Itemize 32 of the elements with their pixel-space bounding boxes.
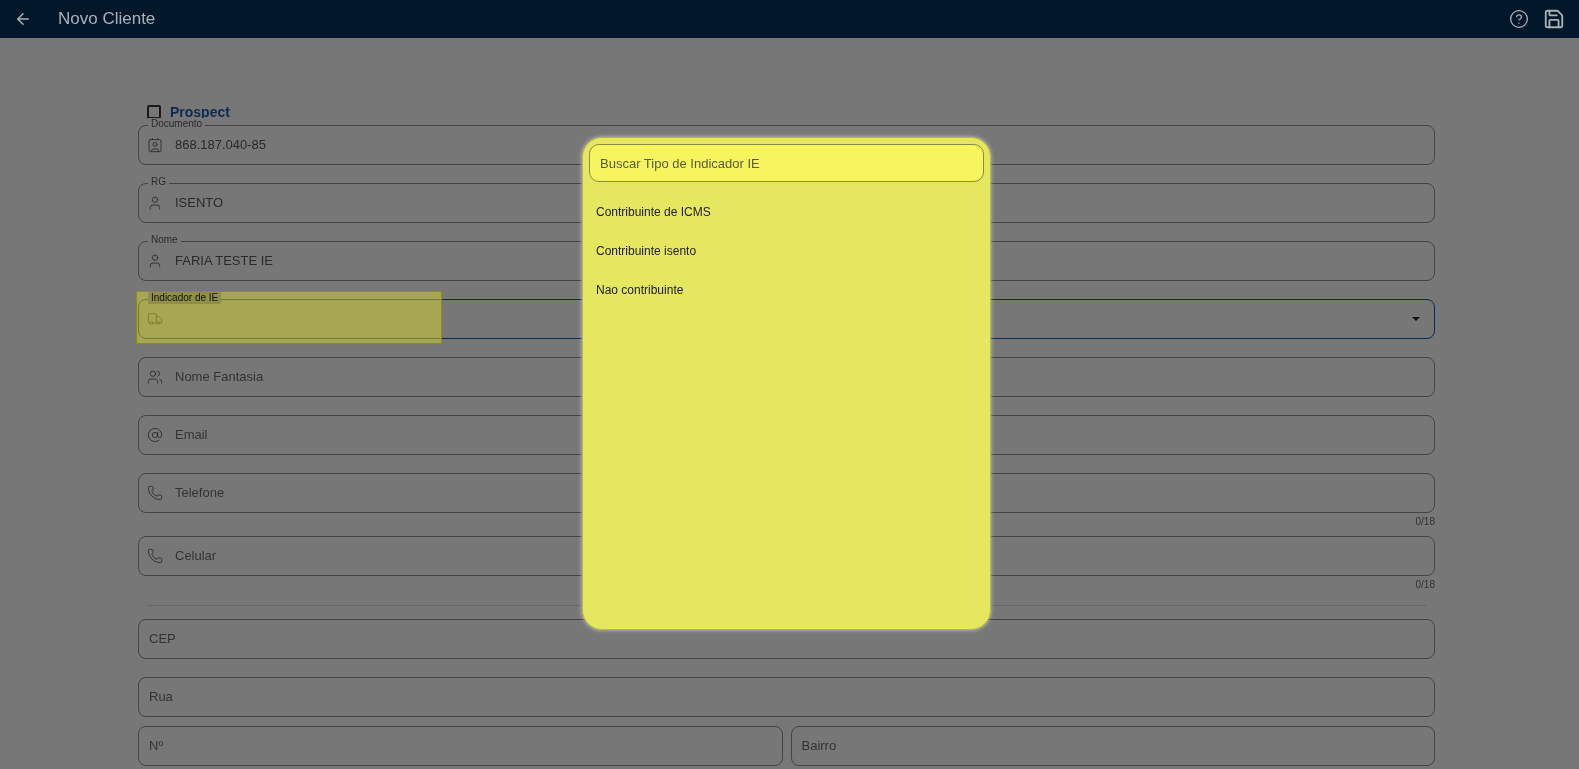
field-label: RG [148, 176, 169, 188]
save-icon[interactable] [1543, 8, 1565, 30]
field-label: Indicador de IE [148, 292, 222, 304]
dropdown-option[interactable]: Contribuinte isento [589, 231, 984, 270]
person-icon [147, 195, 163, 211]
help-icon[interactable] [1509, 9, 1529, 29]
field-placeholder: Nº [149, 737, 164, 756]
character-counter: 0/18 [1415, 515, 1435, 528]
page-title: Novo Cliente [58, 8, 156, 31]
field-label: Nome [148, 234, 181, 246]
field-placeholder: Nome Fantasia [175, 368, 264, 387]
search-field[interactable]: Buscar Tipo de Indicador IE [589, 144, 984, 182]
dropdown-option[interactable]: Contribuinte de ICMS [589, 192, 984, 231]
character-counter: 0/18 [1415, 578, 1435, 591]
truck-icon [147, 311, 163, 327]
dropdown-caret-icon [1412, 317, 1420, 321]
field-value: FARIA TESTE IE [175, 252, 273, 271]
people-icon [147, 369, 163, 385]
field-placeholder: Telefone [175, 484, 225, 503]
field-placeholder: CEP [149, 630, 176, 649]
field-value: ISENTO [175, 194, 224, 213]
id-card-icon [147, 137, 163, 153]
field-label: Documento [148, 118, 206, 130]
phone-icon [147, 548, 163, 564]
field-placeholder: Rua [149, 688, 173, 707]
field-placeholder: Bairro [801, 737, 837, 756]
phone-icon [147, 485, 163, 501]
field-placeholder: Celular [175, 547, 217, 566]
person-icon [147, 253, 163, 269]
field-placeholder: Email [175, 426, 208, 445]
at-sign-icon [147, 427, 163, 443]
field-value: 868.187.040-85 [175, 136, 267, 155]
